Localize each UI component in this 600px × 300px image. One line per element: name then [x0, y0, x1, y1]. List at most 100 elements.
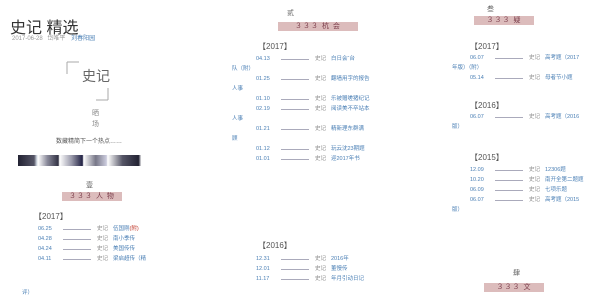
item-title-link[interactable]: 白日会“台 — [331, 54, 355, 64]
section-banner[interactable]: ３３３ 疑 — [474, 16, 534, 25]
article-list: 12.31 史记 2016年 12.01 史记 董慢传 11.17 史记 年月引动日记 — [256, 254, 364, 284]
item-source: 史记 — [315, 106, 327, 112]
item-date: 06.25 — [38, 226, 52, 232]
list-item: 04.28 史记 南小季传 — [38, 234, 146, 244]
item-title-link[interactable]: 2016年 — [331, 254, 349, 264]
item-date: 10.20 — [470, 177, 484, 183]
list-item: 04.24 史记 美国传传 — [38, 244, 146, 254]
item-title-link[interactable]: 七项乐题 — [545, 185, 567, 195]
item-title-link[interactable]: 高考题（2015 — [545, 195, 579, 205]
dash-line — [495, 77, 523, 79]
item-title-link[interactable]: 翻墙用字的报告 — [331, 74, 370, 84]
item-title-link[interactable]: 南小季传 — [113, 234, 135, 244]
item-title-link[interactable]: 董慢传 — [331, 264, 348, 274]
item-source: 史记 — [529, 177, 541, 183]
item-source: 史记 — [315, 56, 327, 62]
year-heading: 【2016】 — [258, 241, 292, 250]
item-title-link[interactable]: 高考题（2016 — [545, 112, 579, 122]
dash-line — [281, 98, 309, 100]
category-label: 人事 — [232, 84, 370, 94]
item-source: 史记 — [529, 197, 541, 203]
article-list: 12.09 史记 12306题 10.20 史记 南开全第二题题 06.09 史记 七项乐题 06… — [452, 165, 584, 215]
year-heading: 【2016】 — [470, 101, 504, 110]
item-title-link[interactable]: 伍国刚(附) — [113, 224, 139, 234]
year-heading: 【2015】 — [470, 153, 504, 162]
item-title-link[interactable]: 南开全第二题题 — [545, 175, 584, 185]
item-title-link[interactable]: 迎2017年书 — [331, 154, 360, 164]
list-item: 11.17 史记 年月引动日记 — [256, 274, 364, 284]
item-date: 12.09 — [470, 167, 484, 173]
year-heading: 【2017】 — [470, 42, 504, 51]
section-banner[interactable]: ３３３ 人 物 — [62, 192, 122, 201]
item-date: 06.09 — [470, 187, 484, 193]
dash-line — [495, 199, 523, 201]
item-date: 01.12 — [256, 146, 270, 152]
item-title-link[interactable]: 12306题 — [545, 165, 566, 175]
logo-subtext: 晒 场 — [92, 110, 99, 128]
item-date: 04.11 — [38, 256, 52, 262]
tagline: 数藏精简下一个热点…… — [56, 139, 123, 145]
item-source: 史记 — [315, 256, 327, 262]
list-item: 06.25 史记 伍国刚(附) — [38, 224, 146, 234]
item-title-link[interactable]: 梁启超传（精 — [113, 254, 146, 264]
category-label: 人事 — [232, 114, 370, 124]
post-author: 岱唯平 — [47, 36, 66, 42]
item-title-link[interactable]: 年月引动日记 — [331, 274, 364, 284]
dash-line — [281, 158, 309, 160]
item-date: 04.24 — [38, 246, 52, 252]
category-label: 版） — [452, 205, 584, 215]
category-text: 人事 — [232, 86, 244, 92]
article-list: 06.07 史记 高考题（2017 年版）（附） 05.14 史记 母者节小题 — [452, 53, 579, 83]
post-date: 2017-06-28 — [12, 36, 43, 42]
dash-line — [63, 228, 91, 230]
item-source: 史记 — [97, 256, 109, 262]
item-source: 史记 — [315, 156, 327, 162]
item-date: 12.01 — [256, 266, 270, 272]
dash-line — [281, 148, 309, 150]
list-item: 06.09 史记 七项乐题 — [470, 185, 584, 195]
list-item: 04.13 史记 白日会“台 — [256, 54, 370, 64]
item-date: 04.28 — [38, 236, 52, 242]
photo-strip[interactable] — [18, 155, 152, 166]
list-item: 12.01 史记 董慢传 — [256, 264, 364, 274]
logo-text: 史记 — [82, 68, 110, 84]
list-item: 06.07 史记 高考题（2015 — [470, 195, 584, 205]
section-banner[interactable]: ３３３ 文 — [484, 283, 544, 292]
item-badge: (附) — [129, 226, 139, 232]
author-link[interactable]: 刘春阳园 — [71, 36, 95, 42]
item-date: 11.17 — [256, 276, 270, 282]
item-source: 史记 — [315, 266, 327, 272]
dash-line — [281, 128, 309, 130]
dash-line — [495, 57, 523, 59]
category-label: 顾 — [232, 134, 370, 144]
dash-line — [281, 258, 309, 260]
list-item: 06.07 史记 高考题（2017 — [470, 53, 579, 63]
category-text: 队（附） — [232, 66, 255, 72]
item-source: 史记 — [529, 187, 541, 193]
category-text: 版） — [452, 124, 464, 130]
item-title-link[interactable]: 母者节小题 — [545, 73, 573, 83]
item-title-link[interactable]: 玩云沈23期题 — [331, 144, 365, 154]
category-label: 版） — [452, 122, 579, 132]
article-list: 06.25 史记 伍国刚(附) 04.28 史记 南小季传 04.24 史记 美国传传 04.11… — [38, 224, 146, 264]
item-title-link[interactable]: 阅读美不卒站本 — [331, 104, 370, 114]
item-title-link[interactable]: 精新理东群满 — [331, 124, 364, 134]
item-title-link[interactable]: 高考题（2017 — [545, 53, 579, 63]
item-date: 04.13 — [256, 56, 270, 62]
article-list: 04.13 史记 白日会“台 队（附） 01.25 史记 翻墙用字的报告 人事 01.10 史记乐… — [232, 54, 370, 164]
item-title-link[interactable]: 乐被赠嗟猪纪记 — [331, 94, 370, 104]
category-label: 队（附） — [232, 64, 370, 74]
article-list: 06.07 史记 高考题（2016 版） — [452, 112, 579, 132]
section-number: 贰 — [287, 10, 294, 17]
item-date: 12.31 — [256, 256, 270, 262]
category-text: 版） — [452, 207, 464, 213]
list-item: 01.25 史记 翻墙用字的报告 — [256, 74, 370, 84]
item-date: 02.19 — [256, 106, 270, 112]
item-title-link[interactable]: 美国传传 — [113, 244, 135, 254]
list-item: 04.11 史记 梁启超传（精 — [38, 254, 146, 264]
section-banner[interactable]: ３３３ 杭 会 — [278, 22, 358, 31]
item-source: 史记 — [315, 76, 327, 82]
category-text: 顾 — [232, 136, 238, 142]
dash-line — [63, 258, 91, 260]
item-source: 史记 — [315, 126, 327, 132]
